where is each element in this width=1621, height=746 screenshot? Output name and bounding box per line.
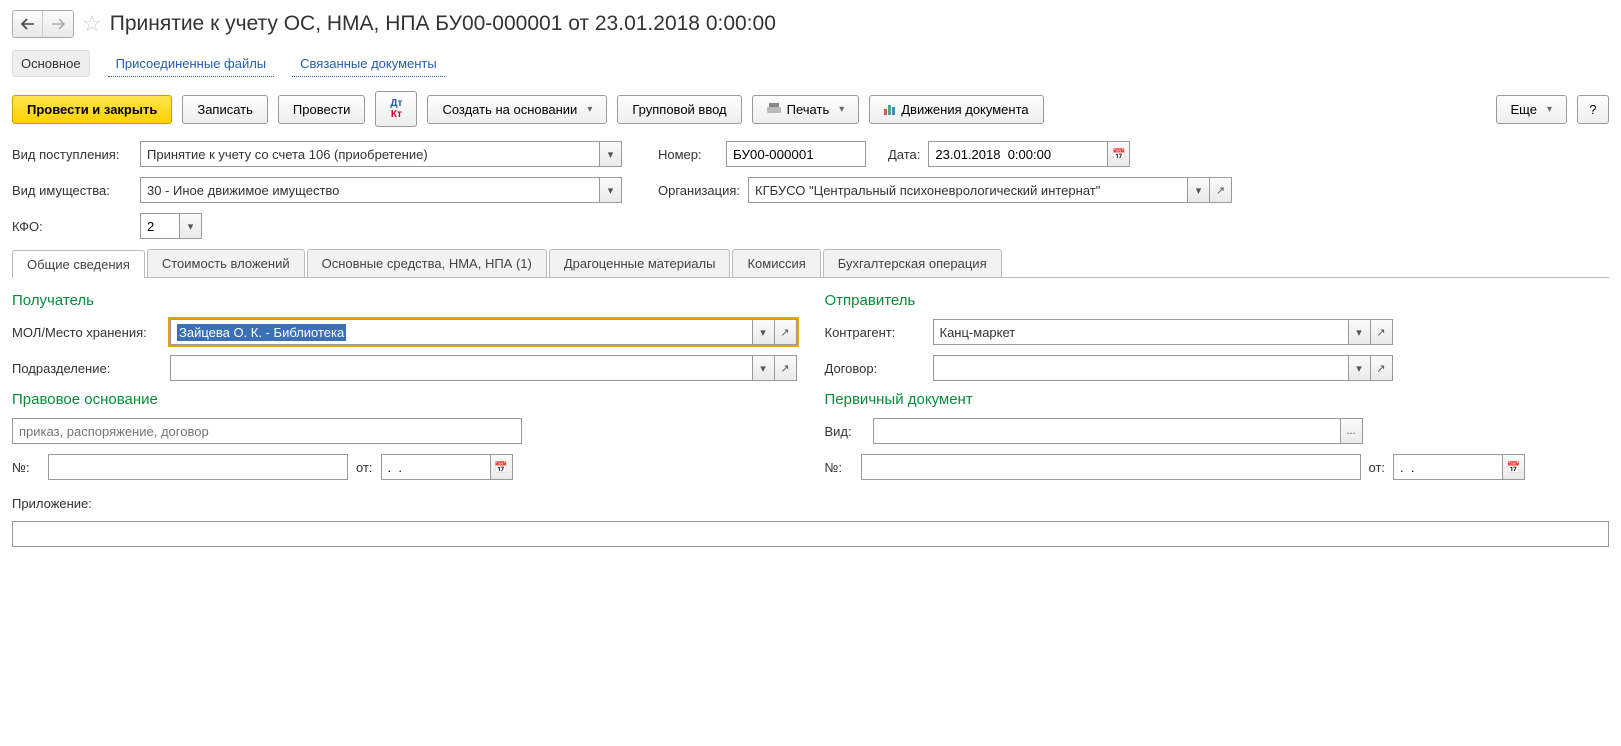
number-field[interactable] <box>726 141 866 167</box>
star-icon[interactable]: ☆ <box>82 11 102 37</box>
printer-icon <box>767 103 781 115</box>
doc-from-label: от: <box>1369 460 1386 475</box>
kfo-label: КФО: <box>12 219 132 234</box>
contract-dropdown-icon[interactable]: ▾ <box>1349 355 1371 381</box>
recipient-title: Получатель <box>12 292 797 309</box>
date-field[interactable] <box>928 141 1108 167</box>
number-label: Номер: <box>658 147 718 162</box>
doc-from-field[interactable] <box>1393 454 1503 480</box>
legal-from-field[interactable] <box>381 454 491 480</box>
dt-kt-button[interactable]: ДтКт <box>375 91 417 127</box>
tab-general[interactable]: Общие сведения <box>12 250 145 278</box>
help-button[interactable]: ? <box>1577 95 1609 124</box>
asset-type-label: Вид имущества: <box>12 183 132 198</box>
create-based-button[interactable]: Создать на основании <box>427 95 607 124</box>
kfo-field[interactable] <box>140 213 180 239</box>
mol-dropdown-icon[interactable]: ▾ <box>753 319 775 345</box>
org-label: Организация: <box>658 183 740 198</box>
legal-title: Правовое основание <box>12 391 797 408</box>
section-tab-main[interactable]: Основное <box>12 50 90 77</box>
counterparty-field[interactable]: Канц-маркет <box>933 319 1349 345</box>
org-dropdown-icon[interactable]: ▾ <box>1188 177 1210 203</box>
counterparty-open-icon[interactable]: ↗ <box>1371 319 1393 345</box>
save-button[interactable]: Записать <box>182 95 268 124</box>
legal-basis-field[interactable] <box>12 418 522 444</box>
org-field[interactable]: КГБУСО "Центральный психоневрологический… <box>748 177 1188 203</box>
receipt-type-label: Вид поступления: <box>12 147 132 162</box>
doc-no-label: №: <box>825 460 853 475</box>
tab-precious[interactable]: Драгоценные материалы <box>549 249 731 277</box>
attachment-field[interactable] <box>12 521 1609 547</box>
more-button[interactable]: Еще <box>1496 95 1567 124</box>
legal-no-label: №: <box>12 460 40 475</box>
doc-kind-select-icon[interactable]: ... <box>1341 418 1363 444</box>
post-button[interactable]: Провести <box>278 95 366 124</box>
dt-kt-icon: ДтКт <box>390 98 402 120</box>
legal-from-calendar-icon[interactable]: 📅 <box>491 454 513 480</box>
print-button[interactable]: Печать <box>752 95 860 124</box>
mol-field[interactable]: Зайцева О. К. - Библиотека <box>170 319 753 345</box>
doc-no-field[interactable] <box>861 454 1361 480</box>
legal-no-field[interactable] <box>48 454 348 480</box>
date-calendar-icon[interactable]: 📅 <box>1108 141 1130 167</box>
movements-button[interactable]: Движения документа <box>869 95 1043 124</box>
counterparty-label: Контрагент: <box>825 325 925 340</box>
date-label: Дата: <box>888 147 920 162</box>
legal-from-label: от: <box>356 460 373 475</box>
doc-kind-field[interactable] <box>873 418 1341 444</box>
page-title: Принятие к учету ОС, НМА, НПА БУ00-00000… <box>110 12 776 36</box>
asset-type-field[interactable]: 30 - Иное движимое имущество <box>140 177 600 203</box>
receipt-type-field[interactable]: Принятие к учету со счета 106 (приобрете… <box>140 141 600 167</box>
receipt-type-dropdown-icon[interactable]: ▾ <box>600 141 622 167</box>
tab-commission[interactable]: Комиссия <box>732 249 820 277</box>
group-input-button[interactable]: Групповой ввод <box>617 95 741 124</box>
mol-label: МОЛ/Место хранения: <box>12 325 162 340</box>
counterparty-dropdown-icon[interactable]: ▾ <box>1349 319 1371 345</box>
dept-label: Подразделение: <box>12 361 162 376</box>
nav-forward-button[interactable] <box>43 11 73 37</box>
dept-field[interactable] <box>170 355 753 381</box>
mol-open-icon[interactable]: ↗ <box>775 319 797 345</box>
section-tab-files[interactable]: Присоединенные файлы <box>108 51 275 77</box>
tab-accounting[interactable]: Бухгалтерская операция <box>823 249 1002 277</box>
doc-from-calendar-icon[interactable]: 📅 <box>1503 454 1525 480</box>
chart-icon <box>884 103 895 115</box>
section-tab-related[interactable]: Связанные документы <box>292 51 445 77</box>
primary-doc-title: Первичный документ <box>825 391 1610 408</box>
org-open-icon[interactable]: ↗ <box>1210 177 1232 203</box>
asset-type-dropdown-icon[interactable]: ▾ <box>600 177 622 203</box>
contract-open-icon[interactable]: ↗ <box>1371 355 1393 381</box>
tab-assets[interactable]: Основные средства, НМА, НПА (1) <box>307 249 547 277</box>
tab-cost[interactable]: Стоимость вложений <box>147 249 305 277</box>
contract-field[interactable] <box>933 355 1349 381</box>
dept-open-icon[interactable]: ↗ <box>775 355 797 381</box>
nav-back-button[interactable] <box>13 11 43 37</box>
dept-dropdown-icon[interactable]: ▾ <box>753 355 775 381</box>
kfo-dropdown-icon[interactable]: ▾ <box>180 213 202 239</box>
post-and-close-button[interactable]: Провести и закрыть <box>12 95 172 124</box>
contract-label: Договор: <box>825 361 925 376</box>
sender-title: Отправитель <box>825 292 1610 309</box>
attachment-label: Приложение: <box>12 496 92 511</box>
doc-kind-label: Вид: <box>825 424 865 439</box>
